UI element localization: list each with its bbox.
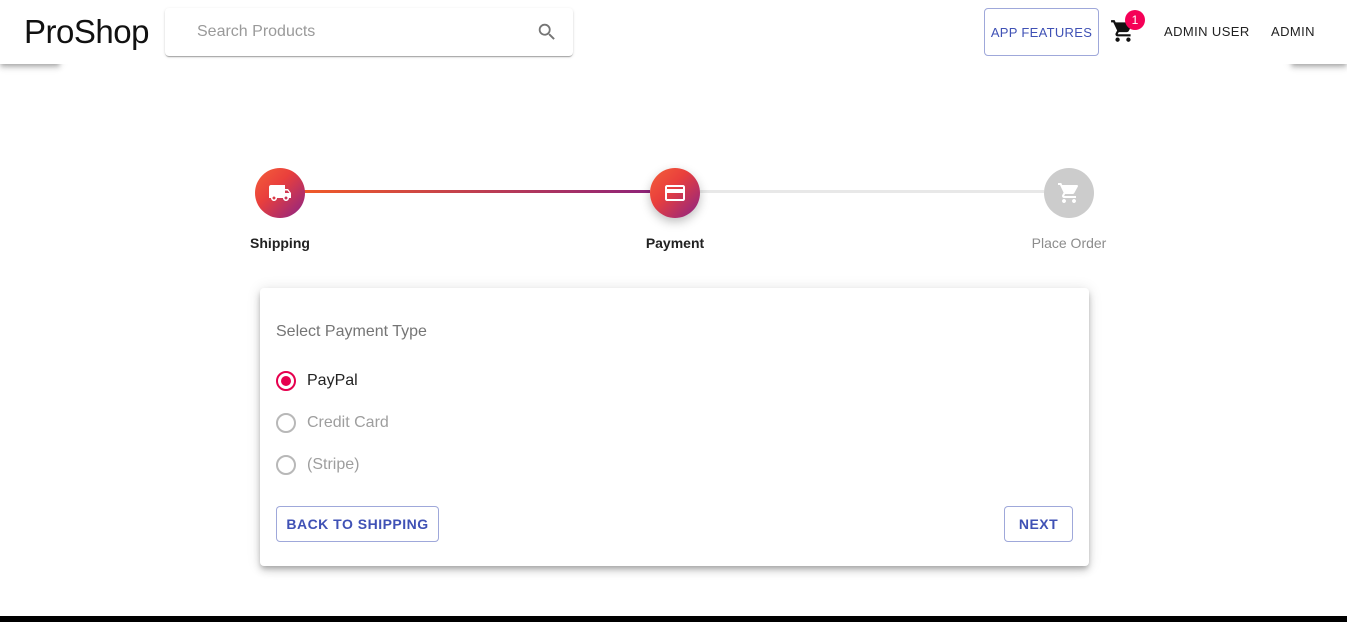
footer-bar	[0, 616, 1347, 622]
step-place-order	[1044, 168, 1094, 218]
radio-unchecked-icon	[276, 413, 296, 433]
app-features-button[interactable]: APP FEATURES	[984, 8, 1099, 56]
payment-option-stripe: (Stripe)	[276, 453, 359, 477]
radio-checked-icon[interactable]	[276, 371, 296, 391]
step-label-payment: Payment	[645, 235, 705, 251]
step-connector-pending	[700, 190, 1044, 193]
user-menu-button[interactable]: ADMIN USER	[1164, 22, 1250, 42]
step-shipping	[255, 168, 305, 218]
payment-option-paypal[interactable]: PayPal	[276, 369, 358, 393]
radio-unchecked-icon	[276, 455, 296, 475]
search-button[interactable]	[527, 18, 567, 46]
payment-option-credit-card: Credit Card	[276, 411, 389, 435]
search-box	[165, 8, 573, 56]
payment-option-label: Credit Card	[307, 414, 389, 431]
app-header: ProShop APP FEATURES 1 ADMIN USER ADMIN	[0, 0, 1347, 64]
credit-card-icon	[663, 181, 687, 205]
cart-count-badge: 1	[1125, 10, 1145, 30]
step-payment	[650, 168, 700, 218]
admin-menu-button[interactable]: ADMIN	[1271, 22, 1315, 42]
payment-option-label: PayPal	[307, 372, 358, 389]
back-to-shipping-button[interactable]: BACK TO SHIPPING	[276, 506, 439, 542]
search-icon	[536, 21, 558, 43]
next-button[interactable]: NEXT	[1004, 506, 1073, 542]
cart-icon	[1057, 181, 1081, 205]
payment-method-card: Select Payment Type PayPal Credit Card (…	[260, 288, 1089, 566]
step-label-shipping: Shipping	[250, 235, 310, 251]
truck-icon	[268, 181, 292, 205]
brand-logo[interactable]: ProShop	[24, 12, 149, 52]
search-input[interactable]	[181, 8, 521, 56]
step-connector-completed	[304, 190, 650, 193]
payment-type-heading: Select Payment Type	[276, 323, 427, 340]
payment-option-label: (Stripe)	[307, 456, 360, 473]
step-label-place-order: Place Order	[1031, 235, 1107, 251]
